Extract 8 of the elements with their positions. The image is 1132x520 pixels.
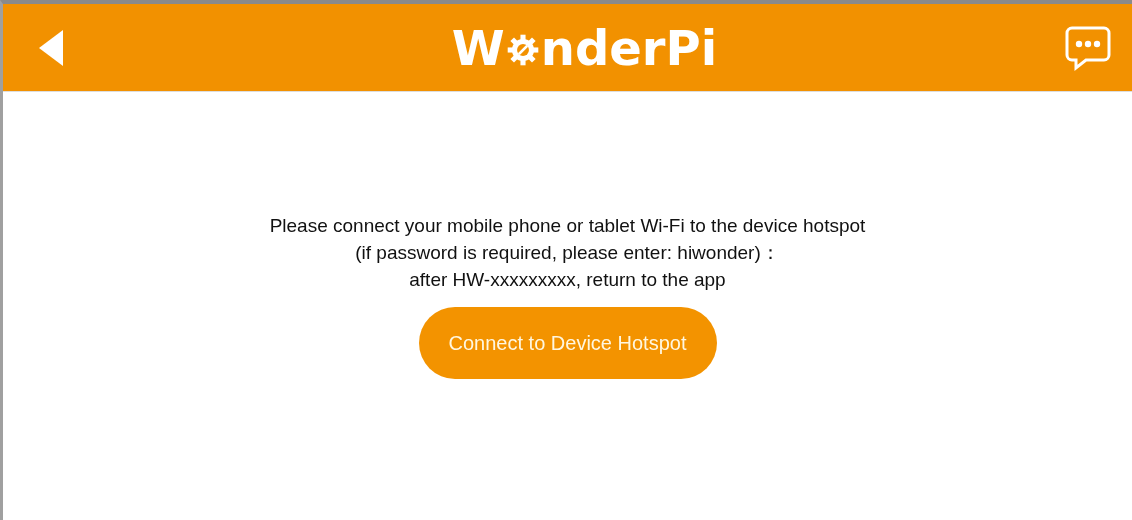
instruction-text: (if password is required, please enter: hiwonder)：: [355, 241, 780, 265]
logo-text: nderPi: [540, 19, 718, 76]
connect-button[interactable]: Connect to Device Hotspot: [418, 307, 717, 379]
logo-text: W: [451, 19, 505, 76]
instruction-text: Please connect your mobile phone or tablet Wi-Fi to the device hotspot: [269, 214, 866, 238]
back-icon[interactable]: [37, 27, 65, 68]
instruction-text: after HW-xxxxxxxxx, return to the app: [409, 268, 726, 292]
gear-icon: [505, 32, 540, 67]
